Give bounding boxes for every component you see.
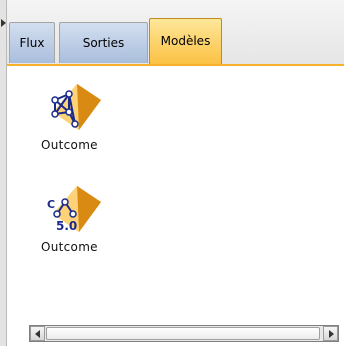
tab-sorties[interactable]: Sorties (59, 22, 148, 63)
models-palette: Outcome C 5.0 Outcome (7, 66, 344, 325)
managers-panel: Flux Sorties Modèles Outcome C 5.0 Outco… (7, 0, 344, 346)
tab-modeles[interactable]: Modèles (149, 18, 222, 64)
side-panel-grip[interactable] (0, 0, 7, 346)
scroll-right-arrow-icon (329, 330, 334, 338)
svg-text:C: C (47, 198, 55, 211)
neural-net-model-icon[interactable] (43, 82, 107, 132)
svg-text:5.0: 5.0 (56, 219, 77, 233)
model-nugget-label: Outcome (41, 240, 98, 254)
scroll-left-button[interactable] (30, 326, 45, 341)
model-nugget-label: Outcome (41, 138, 98, 152)
scroll-right-button[interactable] (323, 326, 338, 341)
c50-model-icon[interactable]: C 5.0 (43, 184, 107, 234)
horizontal-scrollbar[interactable] (29, 325, 339, 342)
tab-strip: Flux Sorties Modèles (7, 0, 344, 66)
scroll-left-arrow-icon (35, 330, 40, 338)
collapse-arrow-icon[interactable] (1, 19, 6, 27)
tab-flux[interactable]: Flux (9, 22, 55, 63)
scrollbar-thumb[interactable] (46, 327, 320, 340)
